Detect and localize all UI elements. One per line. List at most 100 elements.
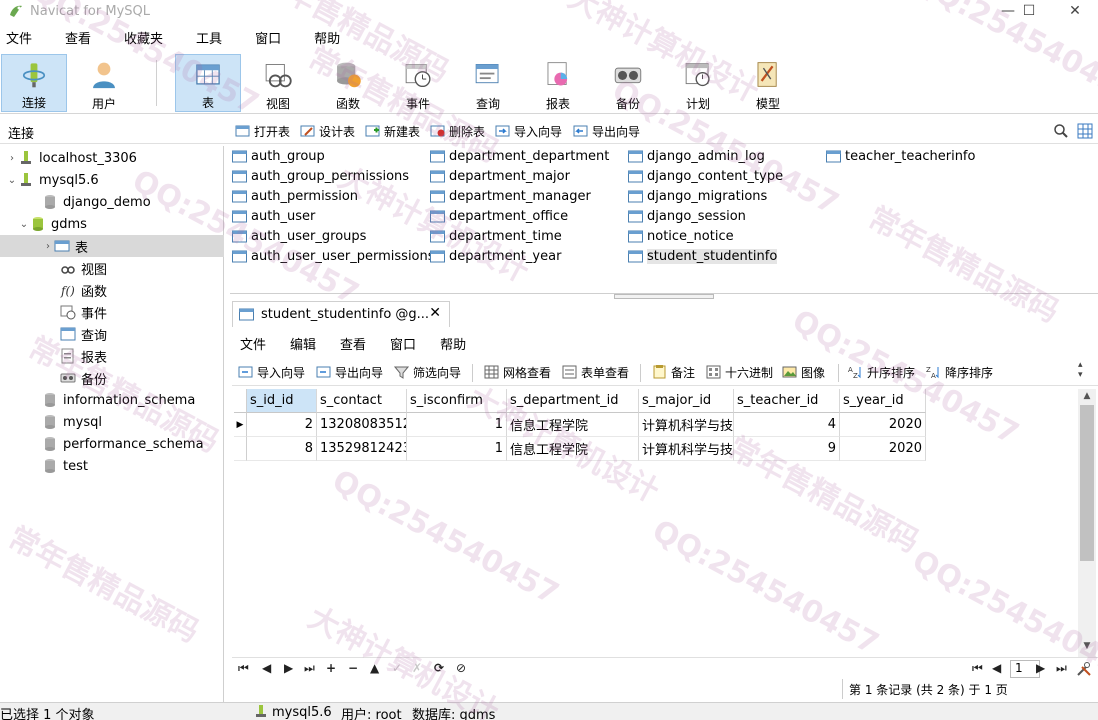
tree-db-mysql[interactable]: mysql <box>0 411 224 433</box>
view-button[interactable]: 视图 <box>245 54 311 112</box>
function-button[interactable]: 函数 <box>315 54 381 112</box>
table-item[interactable]: auth_group <box>232 146 325 166</box>
table-item[interactable]: django_session <box>628 206 746 226</box>
table-item-selected[interactable]: student_studentinfo <box>628 246 778 266</box>
column-header[interactable]: s_department_id <box>507 389 639 413</box>
table-button[interactable]: 表 <box>175 54 241 112</box>
tree-views[interactable]: 视图 <box>0 257 224 279</box>
next-record-icon[interactable]: ▶ <box>284 661 293 675</box>
menu-view[interactable]: 查看 <box>59 28 91 47</box>
table-item[interactable]: teacher_teacherinfo <box>826 146 975 166</box>
table-cell[interactable]: 8 <box>247 437 317 461</box>
table-cell[interactable]: 13208083512 <box>317 413 407 437</box>
toolbar-overflow-icon[interactable]: ▴ ▾ <box>1078 360 1083 380</box>
last-page-icon[interactable]: ⏭ <box>1056 661 1067 676</box>
table-item[interactable]: auth_permission <box>232 186 358 206</box>
tab-close-icon[interactable]: ✕ <box>429 305 441 321</box>
table-item[interactable]: auth_user <box>232 206 315 226</box>
tree-mysql56[interactable]: ⌄ mysql5.6 <box>0 169 224 191</box>
table-item[interactable]: department_time <box>430 226 562 246</box>
export-wizard-button[interactable]: 导出向导 <box>573 122 640 140</box>
previous-record-icon[interactable]: ◀ <box>262 661 271 675</box>
tree-db-django-demo[interactable]: django_demo <box>0 191 224 213</box>
table-item[interactable]: department_department <box>430 146 609 166</box>
delete-record-icon[interactable]: − <box>348 661 358 675</box>
inner-menu-window[interactable]: 窗口 <box>390 334 416 353</box>
table-item[interactable]: notice_notice <box>628 226 734 246</box>
grid-view-icon[interactable] <box>1077 123 1093 139</box>
tree-functions[interactable]: f() 函数 <box>0 279 224 301</box>
table-item[interactable]: auth_user_user_permissions <box>232 246 435 266</box>
table-item[interactable]: department_year <box>430 246 561 266</box>
tab-student-studentinfo[interactable]: student_studentinfo @g... ✕ <box>232 301 450 327</box>
inner-menu-help[interactable]: 帮助 <box>440 334 466 353</box>
table-cell[interactable]: 1 <box>407 437 507 461</box>
model-button[interactable]: 模型 <box>735 54 801 112</box>
tree-db-test[interactable]: test <box>0 455 224 477</box>
open-table-button[interactable]: 打开表 <box>235 122 290 140</box>
table-cell[interactable]: 信息工程学院 <box>507 437 639 461</box>
hex-button[interactable]: 十六进制 <box>706 364 773 380</box>
import-wizard-button[interactable]: 导入向导 <box>495 122 562 140</box>
column-header[interactable]: s_id_id <box>247 389 317 413</box>
menu-tools[interactable]: 工具 <box>190 28 222 47</box>
table-cell[interactable]: 1 <box>407 413 507 437</box>
query-button[interactable]: 查询 <box>455 54 521 112</box>
scroll-up-icon[interactable]: ▲ <box>1078 391 1096 405</box>
event-button[interactable]: 事件 <box>385 54 451 112</box>
image-button[interactable]: 图像 <box>782 364 825 380</box>
row-marker[interactable] <box>234 437 247 461</box>
first-page-icon[interactable]: ⏮ <box>972 661 983 676</box>
grid-view-button[interactable]: 网格查看 <box>484 364 551 380</box>
table-cell[interactable]: 13529812423 <box>317 437 407 461</box>
table-cell[interactable]: 2 <box>247 413 317 437</box>
table-item[interactable]: auth_user_groups <box>232 226 366 246</box>
table-cell[interactable]: 信息工程学院 <box>507 413 639 437</box>
row-current-marker-icon[interactable]: ▶ <box>234 413 247 437</box>
memo-button[interactable]: 备注 <box>652 364 695 380</box>
new-table-button[interactable]: 新建表 <box>365 122 420 140</box>
tree-localhost-3306[interactable]: › localhost_3306 <box>0 147 224 169</box>
table-cell[interactable]: 计算机科学与技 <box>639 413 734 437</box>
table-cell[interactable]: 计算机科学与技 <box>639 437 734 461</box>
table-cell[interactable]: 2020 <box>840 437 926 461</box>
tree-tables[interactable]: › 表 <box>0 235 224 257</box>
report-button[interactable]: 报表 <box>525 54 591 112</box>
export-wizard-button[interactable]: 导出向导 <box>316 364 383 380</box>
table-cell[interactable]: 2020 <box>840 413 926 437</box>
table-cell[interactable]: 4 <box>734 413 840 437</box>
maximize-button[interactable]: ☐ <box>1011 0 1047 22</box>
discard-changes-icon[interactable]: ✗ <box>412 661 422 675</box>
up-record-icon[interactable]: ▲ <box>370 661 379 675</box>
schedule-button[interactable]: 计划 <box>665 54 731 112</box>
table-item[interactable]: department_major <box>430 166 570 186</box>
stop-icon[interactable]: ⊘ <box>456 661 466 675</box>
refresh-icon[interactable]: ⟳ <box>434 661 444 675</box>
column-header[interactable]: s_teacher_id <box>734 389 840 413</box>
table-item[interactable]: django_migrations <box>628 186 767 206</box>
search-icon[interactable] <box>1053 123 1069 139</box>
table-item[interactable]: department_office <box>430 206 568 226</box>
tree-events[interactable]: 事件 <box>0 301 224 323</box>
scrollbar-thumb[interactable] <box>1080 405 1094 561</box>
table-cell[interactable]: 9 <box>734 437 840 461</box>
table-item[interactable]: auth_group_permissions <box>232 166 409 186</box>
column-header[interactable]: s_isconfirm <box>407 389 507 413</box>
pane-splitter[interactable] <box>614 294 714 299</box>
sort-ascending-button[interactable]: AZ 升序排序 <box>848 364 915 380</box>
table-item[interactable]: django_content_type <box>628 166 783 186</box>
column-header[interactable]: s_major_id <box>639 389 734 413</box>
import-wizard-button[interactable]: 导入向导 <box>238 364 305 380</box>
sort-descending-button[interactable]: ZA 降序排序 <box>926 364 993 380</box>
connect-button[interactable]: 连接 <box>1 54 67 112</box>
inner-menu-file[interactable]: 文件 <box>240 334 266 353</box>
tree-reports[interactable]: 报表 <box>0 345 224 367</box>
table-item[interactable]: department_manager <box>430 186 591 206</box>
menu-window[interactable]: 窗口 <box>249 28 281 47</box>
first-record-icon[interactable]: ⏮ <box>238 661 249 676</box>
table-item[interactable]: django_admin_log <box>628 146 765 166</box>
form-view-button[interactable]: 表单查看 <box>562 364 629 380</box>
tree-queries[interactable]: 查询 <box>0 323 224 345</box>
settings-tools-icon[interactable] <box>1076 661 1092 677</box>
inner-menu-view[interactable]: 查看 <box>340 334 366 353</box>
